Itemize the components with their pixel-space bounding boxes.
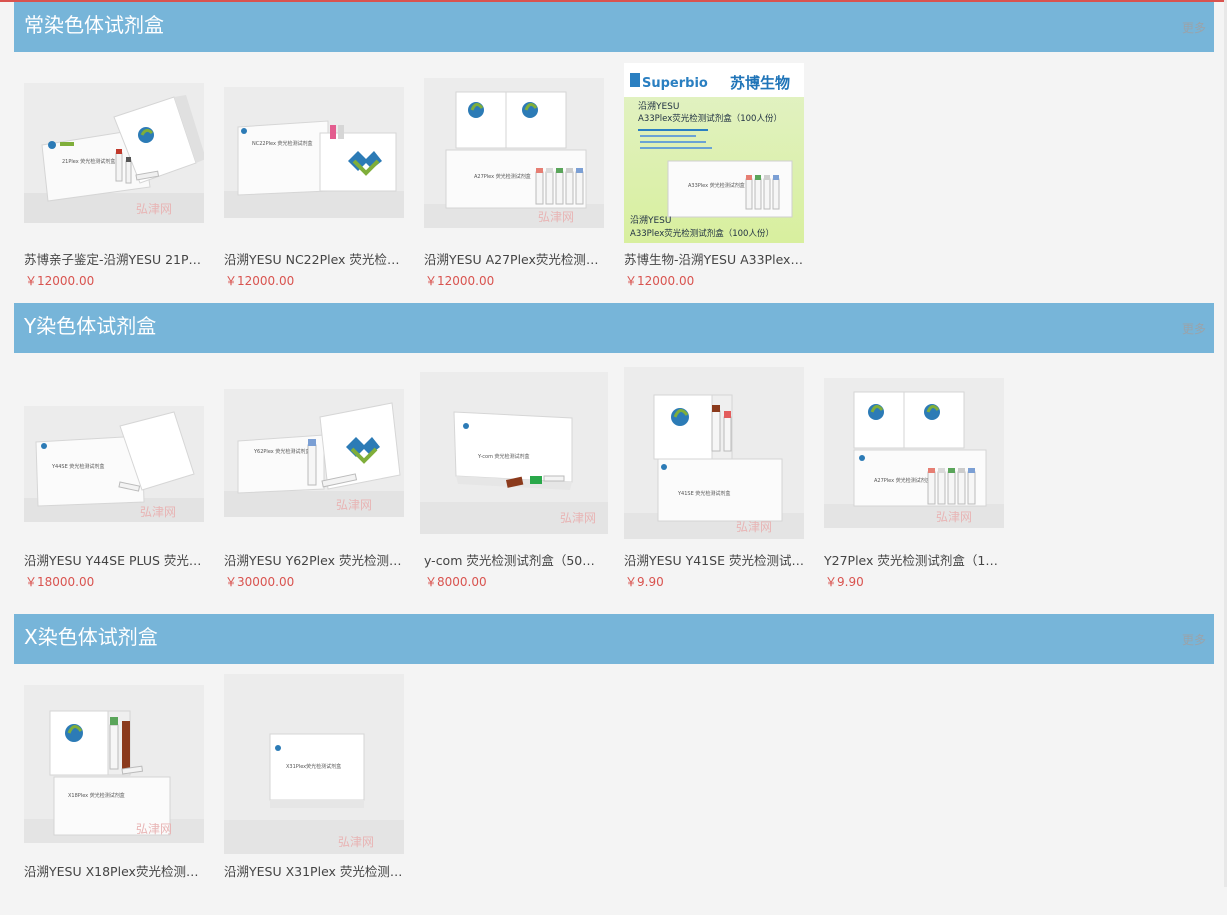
product-name[interactable]: 沿溯YESU NC22Plex 荧光检测试剂盒 bbox=[224, 251, 404, 269]
poster-brand: Superbio bbox=[642, 76, 708, 91]
poster-line2: A33Plex荧光检测试剂盒（100人份） bbox=[638, 113, 782, 124]
watermark: 弘津网 bbox=[538, 210, 574, 224]
product-name[interactable]: y-com 荧光检测试剂盒（50人份） bbox=[424, 552, 604, 570]
box-label: Y44SE 荧光检测试剂盒 bbox=[51, 463, 104, 470]
poster-footer2: A33Plex荧光检测试剂盒（100人份） bbox=[630, 228, 774, 239]
product-image[interactable]: Superbio 苏博生物 沿溯YESU A33Plex荧光检测试剂盒（100人… bbox=[624, 63, 804, 243]
product-card[interactable]: X18Plex 荧光检测试剂盒 弘津网 沿溯YESU X18Plex荧光检测试剂… bbox=[14, 664, 204, 915]
product-card[interactable]: Y41SE 荧光检测试剂盒 弘津网 沿溯YESU Y41SE 荧光检测试剂盒 ￥… bbox=[614, 353, 804, 604]
section-header: X染色体试剂盒 更多 bbox=[14, 614, 1214, 664]
product-name[interactable]: 沿溯YESU X31Plex 荧光检测试剂盒 bbox=[224, 863, 404, 881]
product-card[interactable]: A27Plex 荧光检测试剂盒 弘津网 沿溯YESU A27Plex荧光检测试剂… bbox=[414, 52, 604, 303]
poster-footer1: 沿溯YESU bbox=[630, 214, 672, 226]
watermark: 弘津网 bbox=[140, 505, 176, 519]
watermark: 弘津网 bbox=[936, 510, 972, 524]
product-price: ￥9.90 bbox=[825, 575, 864, 589]
product-image[interactable]: 21Plex 荧光检测试剂盒 弘津网 bbox=[24, 83, 204, 223]
box-label: Y41SE 荧光检测试剂盒 bbox=[677, 490, 730, 497]
product-card[interactable]: Superbio 苏博生物 沿溯YESU A33Plex荧光检测试剂盒（100人… bbox=[614, 52, 804, 303]
product-price: ￥12000.00 bbox=[625, 274, 695, 288]
watermark: 弘津网 bbox=[136, 822, 172, 836]
product-name[interactable]: 沿溯YESU A27Plex荧光检测试剂盒 bbox=[424, 251, 604, 269]
product-grid: X18Plex 荧光检测试剂盒 弘津网 沿溯YESU X18Plex荧光检测试剂… bbox=[14, 664, 1214, 915]
section-title: X染色体试剂盒 bbox=[24, 625, 158, 649]
box-label: 21Plex 荧光检测试剂盒 bbox=[62, 158, 115, 165]
section-autosomal-kits: 常染色体试剂盒 更多 21Plex 荧光检测试剂盒 弘津网 苏博亲子鉴定-沿溯Y… bbox=[14, 2, 1214, 303]
product-image[interactable]: Y41SE 荧光检测试剂盒 弘津网 bbox=[624, 367, 804, 539]
watermark: 弘津网 bbox=[338, 835, 374, 849]
watermark: 弘津网 bbox=[336, 498, 372, 512]
product-image[interactable]: Y44SE 荧光检测试剂盒 弘津网 bbox=[24, 406, 204, 522]
product-image[interactable]: NC22Plex 荧光检测试剂盒 bbox=[224, 87, 404, 218]
product-name[interactable]: Y27Plex 荧光检测试剂盒（100人份） bbox=[824, 552, 1004, 570]
poster-brand-cn: 苏博生物 bbox=[730, 74, 790, 92]
section-y-chromosome-kits: Y染色体试剂盒 更多 Y44SE 荧光检测试剂盒 弘津网 沿溯YESU Y44S… bbox=[14, 303, 1214, 604]
box-label: NC22Plex 荧光检测试剂盒 bbox=[252, 140, 313, 147]
section-title: 常染色体试剂盒 bbox=[24, 13, 164, 37]
product-card[interactable]: Y62Plex 荧光检测试剂盒 弘津网 沿溯YESU Y62Plex 荧光检测试… bbox=[214, 353, 404, 604]
product-price: ￥8000.00 bbox=[425, 575, 487, 589]
watermark: 弘津网 bbox=[736, 520, 772, 534]
product-card[interactable]: Y-com 荧光检测试剂盒 弘津网 y-com 荧光检测试剂盒（50人份） ￥8… bbox=[414, 353, 608, 604]
product-image[interactable]: A27Plex 荧光检测试剂盒 弘津网 bbox=[824, 378, 1004, 528]
product-image[interactable]: Y62Plex 荧光检测试剂盒 弘津网 bbox=[224, 389, 404, 517]
section-title: Y染色体试剂盒 bbox=[24, 314, 157, 338]
product-price: ￥12000.00 bbox=[225, 274, 295, 288]
poster-line1: 沿溯YESU bbox=[638, 100, 680, 112]
box-label: A33Plex 荧光检测试剂盒 bbox=[688, 182, 745, 189]
product-name[interactable]: 沿溯YESU Y62Plex 荧光检测试剂盒 bbox=[224, 552, 404, 570]
product-image[interactable]: X18Plex 荧光检测试剂盒 弘津网 bbox=[24, 685, 204, 843]
product-name[interactable]: 沿溯YESU Y41SE 荧光检测试剂盒 bbox=[624, 552, 804, 570]
box-label: X18Plex 荧光检测试剂盒 bbox=[68, 792, 125, 799]
section-header: 常染色体试剂盒 更多 bbox=[14, 2, 1214, 52]
product-name[interactable]: 沿溯YESU X18Plex荧光检测试剂盒 bbox=[24, 863, 204, 881]
product-name[interactable]: 苏博生物-沿溯YESU A33Plex荧光检测试剂盒 bbox=[624, 251, 804, 269]
product-card[interactable]: NC22Plex 荧光检测试剂盒 沿溯YESU NC22Plex 荧光检测试剂盒… bbox=[214, 52, 404, 303]
box-label: Y-com 荧光检测试剂盒 bbox=[477, 453, 530, 460]
box-label: A27Plex 荧光检测试剂盒 bbox=[874, 477, 931, 484]
product-grid: 21Plex 荧光检测试剂盒 弘津网 苏博亲子鉴定-沿溯YESU 21Plex荧… bbox=[14, 52, 1214, 303]
more-link[interactable]: 更多 bbox=[1182, 320, 1206, 337]
product-grid: Y44SE 荧光检测试剂盒 弘津网 沿溯YESU Y44SE PLUS 荧光检测… bbox=[14, 353, 1214, 604]
product-image[interactable]: A27Plex 荧光检测试剂盒 弘津网 bbox=[424, 78, 604, 228]
box-label: Y62Plex 荧光检测试剂盒 bbox=[253, 448, 310, 455]
watermark: 弘津网 bbox=[560, 511, 596, 525]
product-name[interactable]: 苏博亲子鉴定-沿溯YESU 21Plex荧光检测试剂盒 bbox=[24, 251, 204, 269]
section-x-chromosome-kits: X染色体试剂盒 更多 X18Plex 荧光检测试剂盒 弘津网 沿溯YESU X1… bbox=[14, 614, 1214, 915]
superbio-logo-icon bbox=[630, 73, 640, 87]
product-card[interactable]: X31Plex荧光检测试剂盒 弘津网 沿溯YESU X31Plex 荧光检测试剂… bbox=[214, 664, 404, 915]
product-card[interactable]: A27Plex 荧光检测试剂盒 弘津网 Y27Plex 荧光检测试剂盒（100人… bbox=[814, 353, 1004, 604]
product-card[interactable]: Y44SE 荧光检测试剂盒 弘津网 沿溯YESU Y44SE PLUS 荧光检测… bbox=[14, 353, 204, 604]
box-label: X31Plex荧光检测试剂盒 bbox=[286, 763, 341, 770]
product-price: ￥12000.00 bbox=[425, 274, 495, 288]
product-image[interactable]: X31Plex荧光检测试剂盒 弘津网 bbox=[224, 674, 404, 854]
more-link[interactable]: 更多 bbox=[1182, 631, 1206, 648]
product-name[interactable]: 沿溯YESU Y44SE PLUS 荧光检测试剂盒 bbox=[24, 552, 204, 570]
product-card[interactable]: 21Plex 荧光检测试剂盒 弘津网 苏博亲子鉴定-沿溯YESU 21Plex荧… bbox=[14, 52, 204, 303]
more-link[interactable]: 更多 bbox=[1182, 19, 1206, 36]
product-price: ￥18000.00 bbox=[25, 575, 95, 589]
product-price: ￥9.90 bbox=[625, 575, 664, 589]
product-price: ￥30000.00 bbox=[225, 575, 295, 589]
product-price: ￥12000.00 bbox=[25, 274, 95, 288]
watermark: 弘津网 bbox=[136, 202, 172, 216]
section-header: Y染色体试剂盒 更多 bbox=[14, 303, 1214, 353]
box-label: A27Plex 荧光检测试剂盒 bbox=[474, 173, 531, 180]
product-image[interactable]: Y-com 荧光检测试剂盒 弘津网 bbox=[420, 372, 608, 534]
